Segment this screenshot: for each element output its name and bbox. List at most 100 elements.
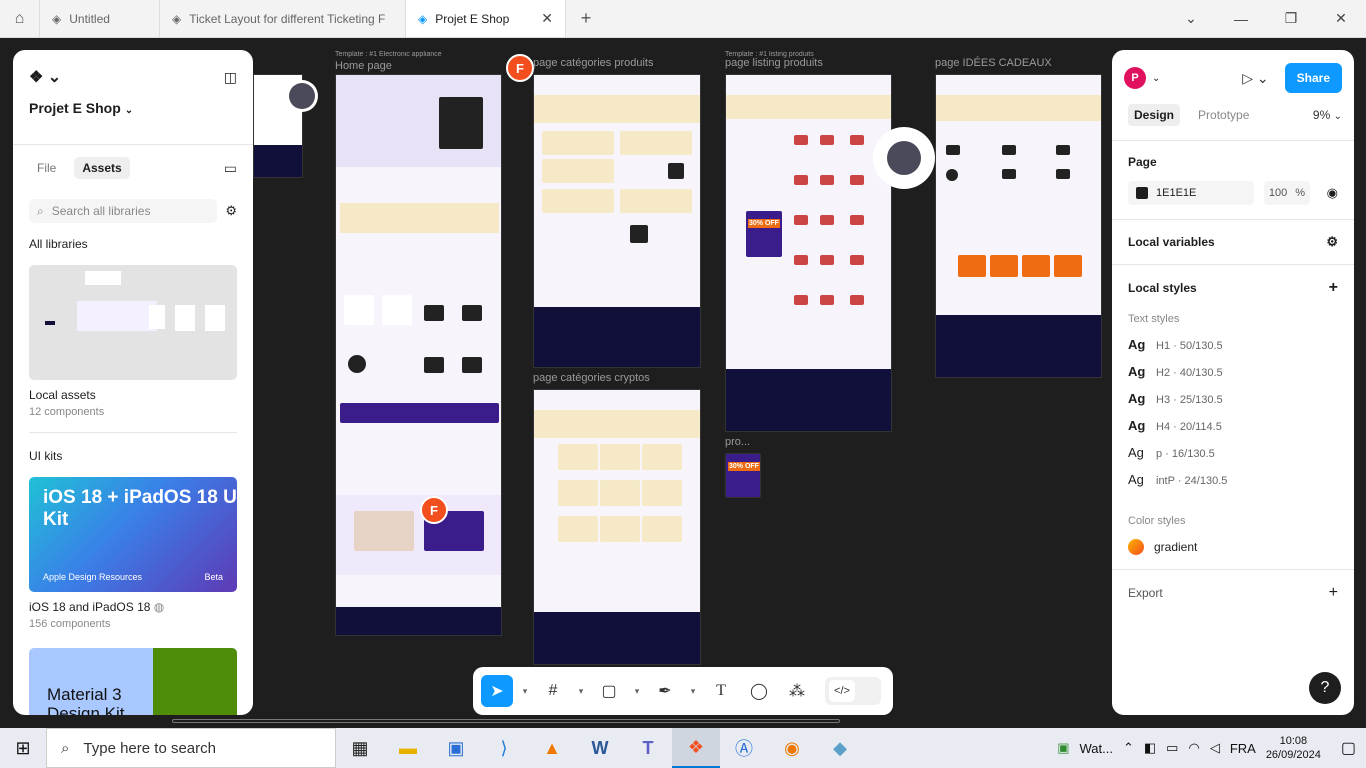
horizontal-scrollbar[interactable]	[172, 719, 840, 723]
chevron-down-icon[interactable]: ⌄	[1152, 73, 1160, 84]
add-export-icon[interactable]: +	[1329, 584, 1338, 602]
comment-tool-icon[interactable]: ◯	[743, 675, 775, 707]
notifications-icon[interactable]: ▢	[1331, 738, 1356, 758]
tab-ticket-layout[interactable]: ◈ Ticket Layout for different Ticketing …	[160, 0, 406, 37]
volume-icon[interactable]: ◁	[1210, 740, 1220, 756]
toggle-sidebar-icon[interactable]: ◫	[224, 69, 237, 86]
pen-tool-icon[interactable]: ✒	[649, 675, 681, 707]
teams-icon[interactable]: T	[624, 728, 672, 768]
tab-prototype[interactable]: Prototype	[1196, 104, 1251, 126]
close-window-icon[interactable]: ✕	[1316, 0, 1366, 37]
project-name[interactable]: Projet E Shop ⌄	[13, 90, 253, 130]
local-assets-name[interactable]: Local assets	[13, 380, 253, 402]
add-style-icon[interactable]: +	[1329, 279, 1338, 297]
file-explorer-icon[interactable]: ▬	[384, 728, 432, 768]
battery-icon[interactable]: ▭	[1166, 740, 1178, 756]
app-window-icon[interactable]: ◆	[816, 728, 864, 768]
visibility-eye-icon[interactable]: ◉	[1327, 185, 1338, 201]
present-play-icon[interactable]: ▷ ⌄	[1242, 70, 1268, 87]
text-style-intp[interactable]: Ag intP · 24/130.5	[1128, 472, 1338, 487]
local-styles-heading: Local styles	[1128, 281, 1197, 295]
store-icon[interactable]: ▣	[432, 728, 480, 768]
user-avatar[interactable]: P	[1124, 67, 1146, 89]
frame-categories-cryptos[interactable]	[533, 389, 701, 665]
minimize-icon[interactable]: —	[1216, 0, 1266, 37]
page-opacity-field[interactable]: 100 %	[1264, 181, 1310, 205]
tab-projet-e-shop[interactable]: ◈ Projet E Shop ✕	[406, 0, 566, 37]
chevron-down-icon[interactable]: ▾	[631, 686, 643, 697]
local-assets-thumbnail[interactable]	[29, 265, 237, 380]
page-color-field[interactable]: 1E1E1E	[1128, 181, 1254, 205]
text-style-name: p	[1156, 448, 1163, 460]
material-kit-thumbnail[interactable]: Material 3 Design Kit	[29, 648, 237, 715]
vlc-icon[interactable]: ▲	[528, 728, 576, 768]
text-style-h3[interactable]: Ag H3 · 25/130.5	[1128, 391, 1338, 406]
text-tool-icon[interactable]: T	[705, 675, 737, 707]
frame-label-pro[interactable]: pro...	[725, 436, 750, 448]
weather-text[interactable]: Wat...	[1080, 741, 1113, 756]
tab-design[interactable]: Design	[1128, 104, 1181, 126]
frame-label-categories-cryptos[interactable]: page catégories cryptos	[533, 372, 650, 384]
variables-adjust-icon[interactable]: ⚙	[1326, 234, 1338, 250]
export-heading[interactable]: Export	[1128, 586, 1163, 600]
ios-kit-thumbnail[interactable]: iOS 18 + iPadOS 18 UI Kit Apple Design R…	[29, 477, 237, 592]
frame-idees-cadeaux[interactable]	[935, 74, 1102, 378]
vscode-icon[interactable]: ⟩	[480, 728, 528, 768]
chevron-down-icon[interactable]: ▾	[519, 686, 531, 697]
weather-icon[interactable]: ▣	[1057, 740, 1069, 756]
text-style-h1[interactable]: Ag H1 · 50/130.5	[1128, 337, 1338, 352]
chevron-down-icon[interactable]: ⌄	[1166, 0, 1216, 37]
text-style-p[interactable]: Ag p · 16/130.5	[1128, 445, 1338, 460]
ios-kit-name[interactable]: iOS 18 and iPadOS 18 ◍	[13, 592, 253, 614]
text-style-h4[interactable]: Ag H4 · 20/114.5	[1128, 418, 1338, 433]
bottom-toolbar: ➤ ▾ # ▾ ▢ ▾ ✒ ▾ T ◯ ⁂ </>	[473, 667, 893, 715]
tab-file[interactable]: File	[29, 157, 64, 179]
dev-mode-toggle[interactable]: </>	[825, 677, 881, 705]
frame-categories-produits[interactable]	[533, 74, 701, 368]
home-icon[interactable]: ⌂	[0, 0, 40, 37]
text-style-h2[interactable]: Ag H2 · 40/130.5	[1128, 364, 1338, 379]
firefox-icon[interactable]: ◉	[768, 728, 816, 768]
taskbar-search-input[interactable]: ⌕ Type here to search	[46, 728, 336, 768]
figma-file-icon: ◈	[418, 11, 428, 26]
restore-icon[interactable]: ❐	[1266, 0, 1316, 37]
windows-start-icon[interactable]: ⊞	[0, 728, 46, 768]
tab-assets[interactable]: Assets	[74, 157, 130, 179]
word-icon[interactable]: W	[576, 728, 624, 768]
task-view-icon[interactable]: ▦	[336, 728, 384, 768]
library-book-icon[interactable]: ▭	[224, 160, 237, 177]
frame-tool-icon[interactable]: #	[537, 675, 569, 707]
figma-menu-icon[interactable]: ❖ ⌄	[29, 67, 61, 87]
frame-label-home[interactable]: Home page	[335, 60, 392, 72]
wifi-icon[interactable]: ◠	[1188, 740, 1199, 756]
frame-label-idees-cadeaux[interactable]: page IDÉES CADEAUX	[935, 57, 1052, 69]
rectangle-tool-icon[interactable]: ▢	[593, 675, 625, 707]
frame-label-listing[interactable]: page listing produits	[725, 57, 823, 69]
move-tool-icon[interactable]: ➤	[481, 675, 513, 707]
search-libraries-input[interactable]: ⌕ Search all libraries	[29, 199, 218, 223]
close-tab-icon[interactable]: ✕	[541, 10, 553, 27]
filter-icon[interactable]: ⚙	[225, 203, 237, 219]
frame-listing-produits[interactable]: 30% OFF	[725, 74, 892, 432]
chevron-down-icon[interactable]: ▾	[575, 686, 587, 697]
figma-app-icon[interactable]: ❖	[672, 728, 720, 768]
clock[interactable]: 10:08 26/09/2024	[1266, 734, 1321, 763]
frame-home-page[interactable]	[335, 74, 502, 636]
new-tab-icon[interactable]: +	[566, 0, 606, 37]
frame-label-categories-produits[interactable]: page catégories produits	[533, 57, 653, 69]
help-button[interactable]: ?	[1309, 672, 1341, 704]
app-a-icon[interactable]: Ⓐ	[720, 728, 768, 768]
camera-icon[interactable]: ◧	[1144, 740, 1156, 756]
chevron-up-icon[interactable]: ⌃	[1123, 740, 1134, 756]
chevron-down-icon[interactable]: ▾	[687, 686, 699, 697]
frame-pro[interactable]: 30% OFF	[725, 453, 761, 498]
local-variables-heading[interactable]: Local variables	[1128, 235, 1215, 249]
tab-untitled[interactable]: ◈ Untitled	[40, 0, 160, 37]
color-style-gradient[interactable]: gradient	[1128, 539, 1338, 555]
actions-tool-icon[interactable]: ⁂	[781, 675, 813, 707]
language-indicator[interactable]: FRA	[1230, 741, 1256, 756]
color-swatch[interactable]	[1136, 187, 1148, 199]
zoom-level[interactable]: 9% ⌄	[1313, 108, 1342, 122]
share-button[interactable]: Share	[1284, 63, 1342, 93]
project-name-label: Projet E Shop	[29, 100, 121, 116]
